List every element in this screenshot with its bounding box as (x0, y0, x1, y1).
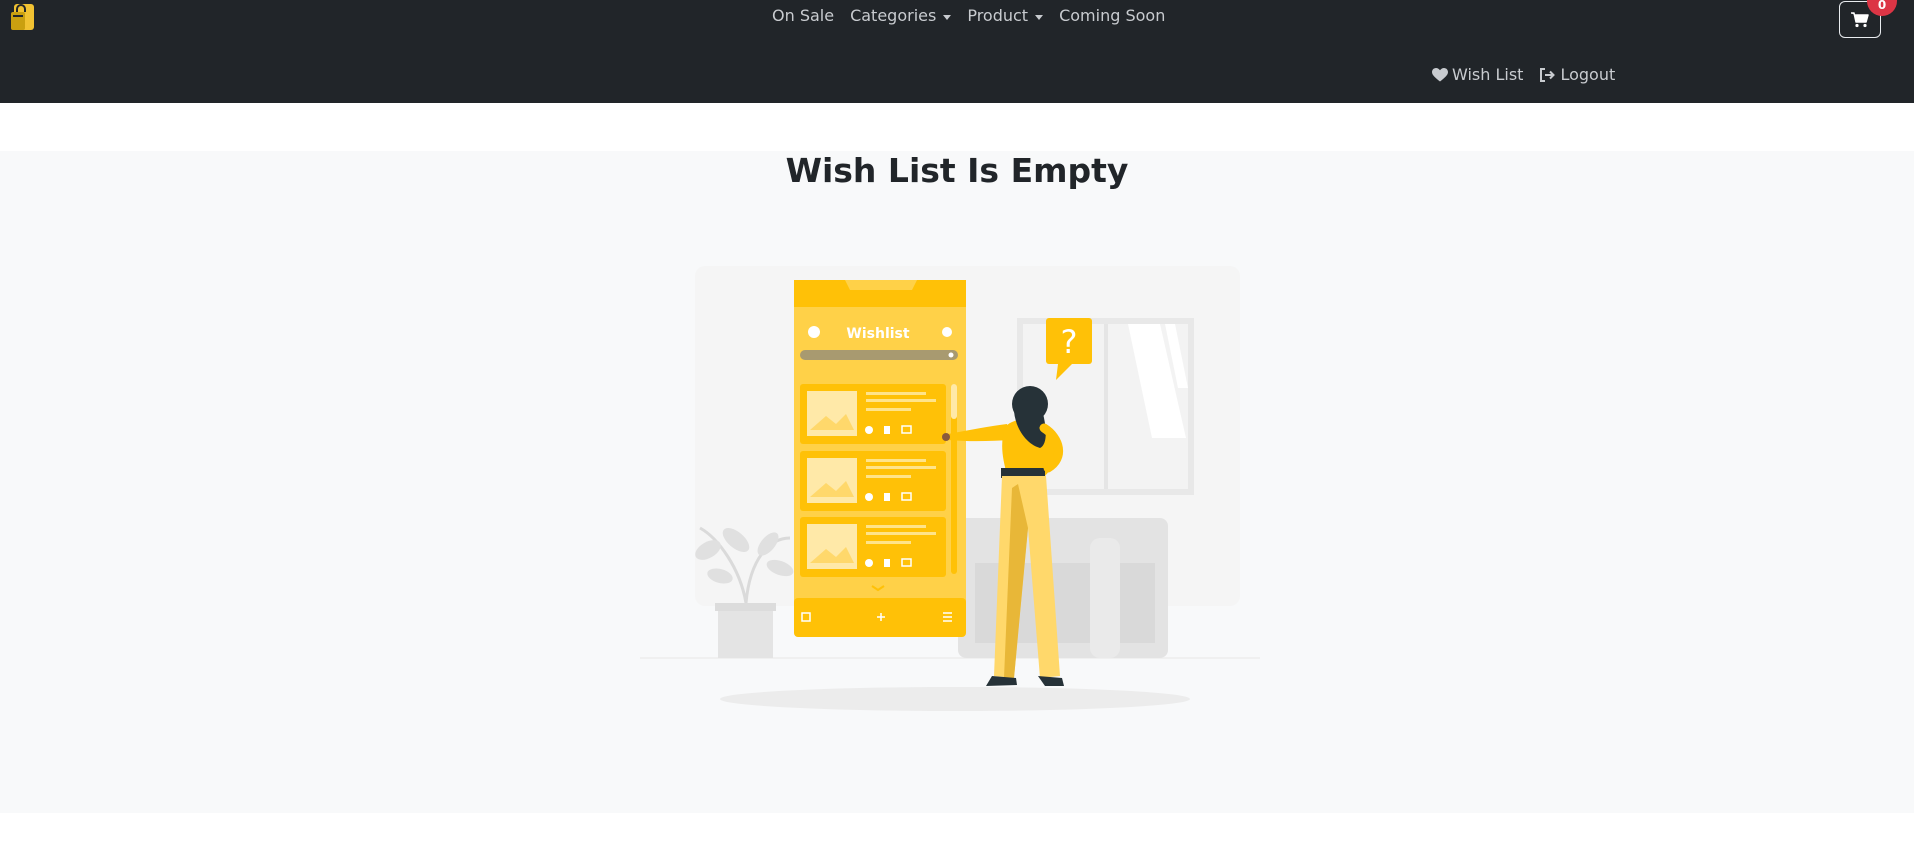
nav-product-dropdown[interactable]: Product (959, 5, 1051, 27)
nav-coming-soon-label: Coming Soon (1059, 6, 1166, 25)
shopping-bag-logo-icon[interactable] (10, 2, 36, 32)
cart-icon (1851, 11, 1869, 27)
user-nav: Wish List Logout (1424, 64, 1623, 86)
sign-out-icon (1540, 68, 1556, 82)
nav-categories-dropdown[interactable]: Categories (842, 5, 959, 27)
nav-on-sale-label: On Sale (772, 6, 835, 25)
wishlist-label: Wish List (1452, 65, 1524, 84)
caret-down-icon (943, 14, 952, 20)
logout-link[interactable]: Logout (1531, 64, 1623, 86)
nav-coming-soon[interactable]: Coming Soon (1051, 5, 1173, 27)
nav-categories-label: Categories (850, 6, 937, 25)
page-title: Wish List Is Empty (785, 151, 1129, 190)
logout-label: Logout (1560, 65, 1616, 84)
nav-on-sale[interactable]: On Sale (764, 5, 842, 27)
nav-product-label: Product (967, 6, 1029, 25)
heart-icon (1432, 68, 1448, 82)
wishlist-link[interactable]: Wish List (1424, 64, 1531, 86)
navbar: On Sale Categories Product Coming Soon 0… (0, 0, 1914, 103)
question-mark-text: ? (1061, 323, 1078, 361)
caret-down-icon (1035, 14, 1044, 20)
illustration-screen-title: Wishlist (846, 326, 909, 342)
main-nav: On Sale Categories Product Coming Soon (764, 5, 1173, 27)
empty-wishlist-illustration: Wishlist ? (640, 258, 1260, 720)
